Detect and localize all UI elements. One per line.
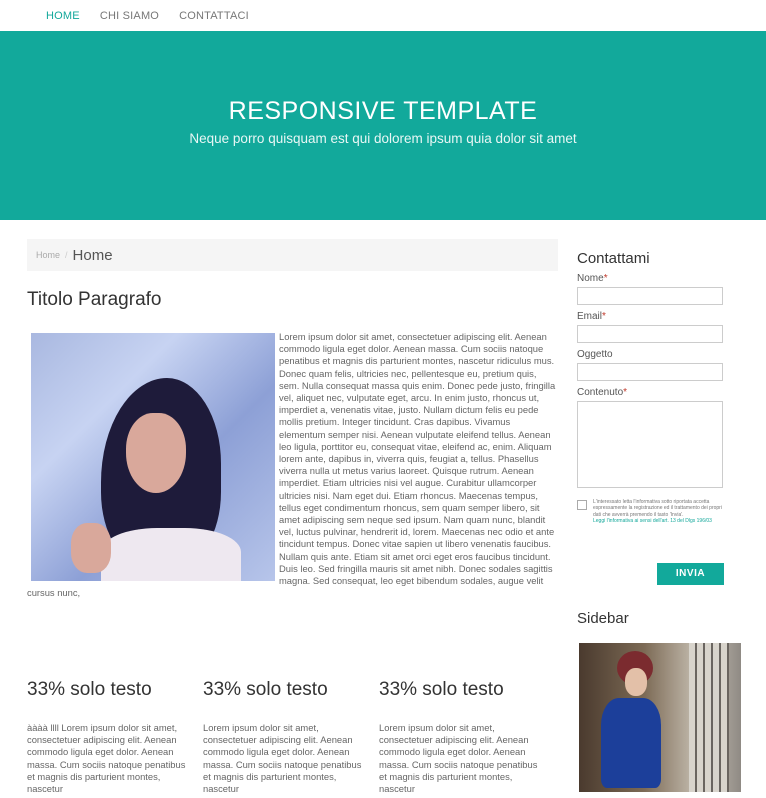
- email-field[interactable]: [577, 325, 723, 343]
- column-3: 33% solo testo Lorem ipsum dolor sit ame…: [379, 679, 538, 795]
- column-text: Lorem ipsum dolor sit amet, consectetuer…: [203, 722, 362, 795]
- sidebar-image: [579, 643, 741, 792]
- column-text: àààà llll Lorem ipsum dolor sit amet, co…: [27, 722, 186, 795]
- subject-label: Oggetto: [577, 349, 613, 360]
- name-label: Nome*: [577, 273, 608, 284]
- woman-portrait-image: [31, 333, 275, 581]
- top-nav: HOME CHI SIAMO CONTATTACI: [0, 0, 766, 32]
- nav-chi-siamo[interactable]: CHI SIAMO: [100, 10, 159, 22]
- email-label: Email*: [577, 311, 606, 322]
- hero-banner: RESPONSIVE TEMPLATE Neque porro quisquam…: [0, 31, 766, 220]
- hero-subtitle: Neque porro quisquam est qui dolorem ips…: [189, 131, 577, 146]
- hero-title: RESPONSIVE TEMPLATE: [228, 97, 538, 125]
- privacy-link[interactable]: Leggi l'informativa ai sensi dell'art. 1…: [593, 518, 712, 524]
- nav-home[interactable]: HOME: [46, 10, 80, 22]
- column-2: 33% solo testo Lorem ipsum dolor sit ame…: [203, 679, 362, 795]
- paragraph-title: Titolo Paragrafo: [27, 289, 162, 310]
- privacy-checkbox[interactable]: [577, 500, 587, 510]
- sidebar-title: Sidebar: [577, 610, 629, 627]
- column-title: 33% solo testo: [379, 679, 504, 700]
- content-label: Contenuto*: [577, 387, 628, 398]
- column-title: 33% solo testo: [203, 679, 328, 700]
- contact-form: Contattami Nome* Email* Oggetto Contenut…: [577, 250, 727, 585]
- breadcrumb-separator: /: [65, 250, 68, 260]
- breadcrumb: Home / Home: [27, 239, 558, 271]
- breadcrumb-current: Home: [72, 246, 113, 264]
- content-textarea[interactable]: [577, 401, 723, 488]
- column-title: 33% solo testo: [27, 679, 152, 700]
- submit-button[interactable]: INVIA: [657, 563, 724, 585]
- column-text: Lorem ipsum dolor sit amet, consectetuer…: [379, 722, 538, 795]
- privacy-text: L'interessato letta l'informativa sotto …: [593, 499, 722, 525]
- three-columns: 33% solo testo àààà llll Lorem ipsum dol…: [27, 679, 567, 795]
- breadcrumb-home-link[interactable]: Home: [36, 250, 60, 260]
- column-1: 33% solo testo àààà llll Lorem ipsum dol…: [27, 679, 186, 795]
- contact-title: Contattami: [577, 250, 650, 267]
- name-field[interactable]: [577, 287, 723, 305]
- main-content: Lorem ipsum dolor sit amet, consectetuer…: [27, 331, 558, 599]
- privacy-consent: L'interessato letta l'informativa sotto …: [577, 499, 727, 525]
- nav-contattaci[interactable]: CONTATTACI: [179, 10, 249, 22]
- subject-field[interactable]: [577, 363, 723, 381]
